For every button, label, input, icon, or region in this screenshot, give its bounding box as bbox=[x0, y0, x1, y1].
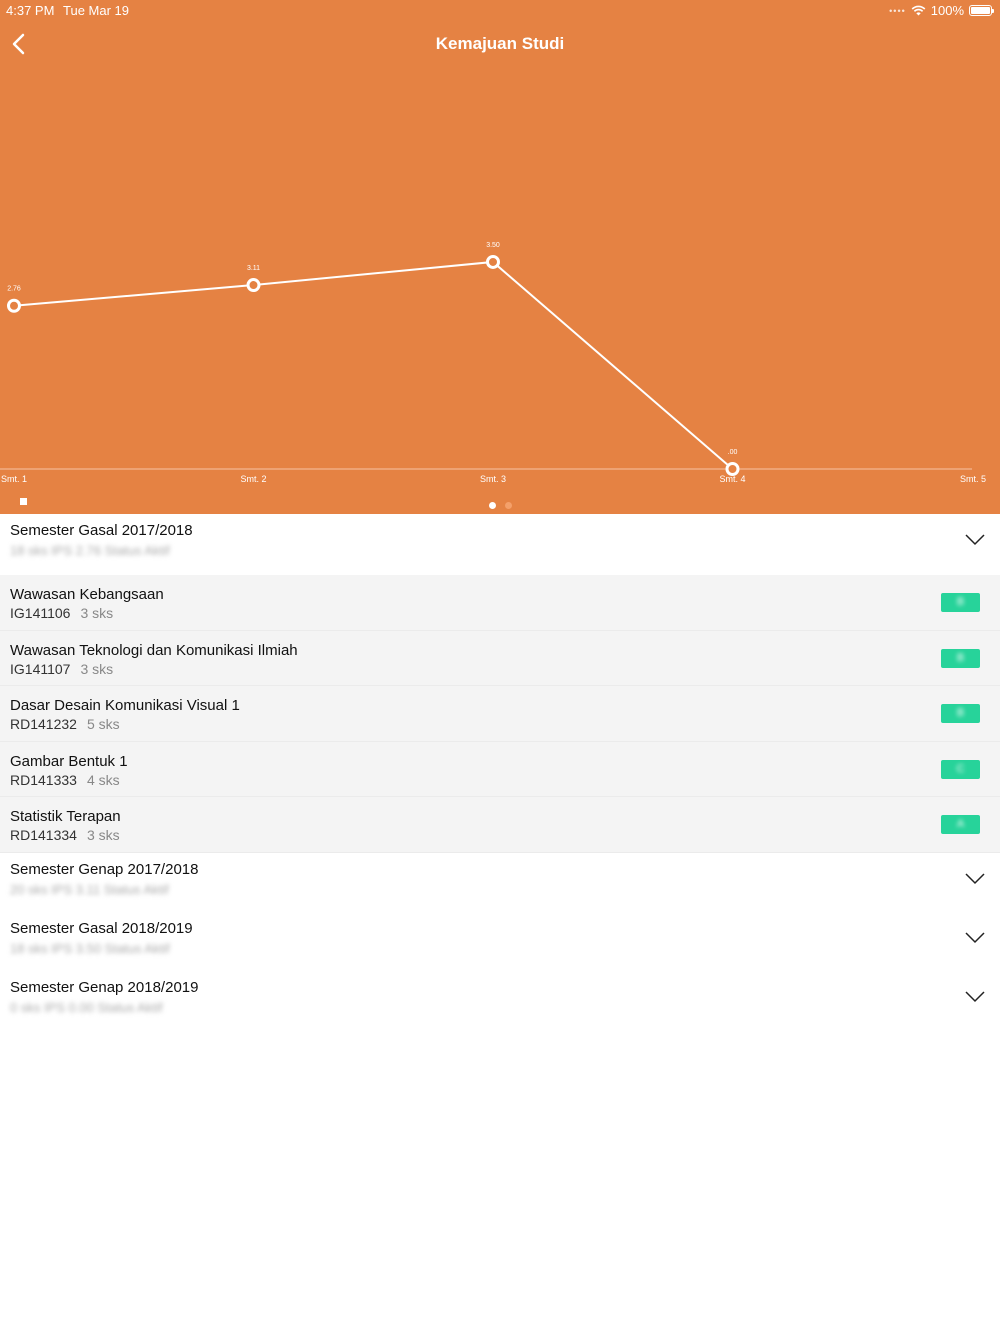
x-tick-label: Smt. 3 bbox=[480, 474, 506, 484]
chevron-down-icon[interactable] bbox=[965, 991, 985, 1003]
chevron-down-icon[interactable] bbox=[965, 932, 985, 944]
course-row[interactable]: Wawasan Teknologi dan Komunikasi Ilmiah … bbox=[0, 630, 1000, 687]
course-row[interactable]: Dasar Desain Komunikasi Visual 1 RD14123… bbox=[0, 686, 1000, 742]
course-code-line: RD141334 3 sks bbox=[10, 827, 120, 843]
grade-badge: B bbox=[941, 593, 980, 612]
semester-list: Semester Gasal 2017/2018 18 sks IPS 2.76… bbox=[0, 514, 1000, 1030]
data-label: 3.11 bbox=[247, 265, 260, 272]
semester-header-3[interactable]: Semester Gasal 2018/2019 18 sks IPS 3.50… bbox=[0, 911, 1000, 971]
course-code-line: IG141106 3 sks bbox=[10, 605, 113, 621]
course-sks: 5 sks bbox=[86, 716, 120, 733]
semester-header-2[interactable]: Semester Genap 2017/2018 20 sks IPS 3.11… bbox=[0, 852, 1000, 912]
semester-title: Semester Gasal 2017/2018 bbox=[10, 522, 193, 539]
data-point bbox=[486, 254, 500, 269]
x-tick-label: Smt. 5 bbox=[960, 474, 986, 484]
semester-title: Semester Genap 2017/2018 bbox=[10, 860, 199, 878]
page-dot-2[interactable] bbox=[504, 502, 512, 509]
semester-summary: 20 sks IPS 3.11 Status Aktif bbox=[10, 881, 169, 897]
course-name: Gambar Bentuk 1 bbox=[10, 752, 128, 770]
series-line bbox=[13, 260, 734, 470]
data-label: 3.50 bbox=[486, 242, 500, 249]
course-name: Wawasan Teknologi dan Komunikasi Ilmiah bbox=[10, 641, 298, 659]
course-sks: 4 sks bbox=[86, 771, 120, 788]
course-code: RD141232 bbox=[10, 716, 77, 733]
course-code-line: IG141107 3 sks bbox=[10, 661, 113, 677]
course-row[interactable]: Wawasan Kebangsaan IG141106 3 sks B bbox=[0, 575, 1000, 631]
page-dot-1[interactable] bbox=[488, 502, 496, 509]
grade-value: B bbox=[956, 651, 965, 664]
data-label: .00 bbox=[728, 449, 738, 456]
course-row[interactable]: Statistik Terapan RD141334 3 sks A bbox=[0, 797, 1000, 853]
course-code: RD141334 bbox=[10, 827, 77, 844]
chevron-down-icon[interactable] bbox=[965, 873, 985, 885]
grade-badge: C bbox=[941, 759, 980, 779]
page-indicator[interactable] bbox=[0, 502, 1000, 509]
semester-title: Semester Genap 2018/2019 bbox=[10, 978, 199, 996]
x-tick-label: Smt. 1 bbox=[1, 474, 27, 484]
grade-badge: B bbox=[941, 648, 980, 668]
data-point bbox=[725, 462, 740, 476]
semester-title: Semester Gasal 2018/2019 bbox=[10, 919, 193, 937]
course-sks: 3 sks bbox=[86, 827, 120, 844]
semester-summary: 18 sks IPS 2.76 Status Aktif bbox=[10, 543, 170, 558]
grade-badge: A bbox=[941, 815, 980, 835]
course-code: RD141333 bbox=[10, 771, 77, 788]
course-row[interactable]: Gambar Bentuk 1 RD141333 4 sks C bbox=[0, 741, 1000, 798]
course-code-line: RD141232 5 sks bbox=[10, 716, 120, 732]
course-code-line: RD141333 4 sks bbox=[10, 772, 120, 788]
chevron-down-icon[interactable] bbox=[965, 534, 985, 546]
data-point bbox=[246, 278, 261, 293]
course-name: Wawasan Kebangsaan bbox=[10, 586, 164, 603]
grade-value: B bbox=[956, 596, 965, 608]
data-label: 2.76 bbox=[7, 286, 21, 293]
course-name: Statistik Terapan bbox=[10, 808, 121, 826]
grade-value: C bbox=[956, 762, 965, 775]
x-tick-label: Smt. 2 bbox=[240, 474, 266, 484]
grade-value: B bbox=[956, 707, 965, 720]
course-code: IG141106 bbox=[10, 605, 71, 621]
semester-summary: 0 sks IPS 0.00 Status Aktif bbox=[10, 999, 163, 1015]
semester-header-4[interactable]: Semester Genap 2018/2019 0 sks IPS 0.00 … bbox=[0, 970, 1000, 1030]
course-code: IG141107 bbox=[10, 660, 71, 677]
semester-header-1[interactable]: Semester Gasal 2017/2018 18 sks IPS 2.76… bbox=[0, 514, 1000, 575]
course-sks: 3 sks bbox=[80, 605, 114, 621]
semester-summary: 18 sks IPS 3.50 Status Aktif bbox=[10, 940, 170, 956]
grade-value: A bbox=[956, 818, 965, 831]
course-sks: 3 sks bbox=[80, 660, 114, 677]
data-point bbox=[7, 298, 21, 313]
chart-header: 4:37 PM Tue Mar 19 •••• 100% Kemajuan St… bbox=[0, 0, 1000, 514]
course-name: Dasar Desain Komunikasi Visual 1 bbox=[10, 697, 240, 715]
gpa-line-chart: Smt. 1 Smt. 2 Smt. 3 Smt. 4 Smt. 5 2.763.113… bbox=[0, 242, 986, 484]
grade-badge: B bbox=[941, 704, 980, 724]
